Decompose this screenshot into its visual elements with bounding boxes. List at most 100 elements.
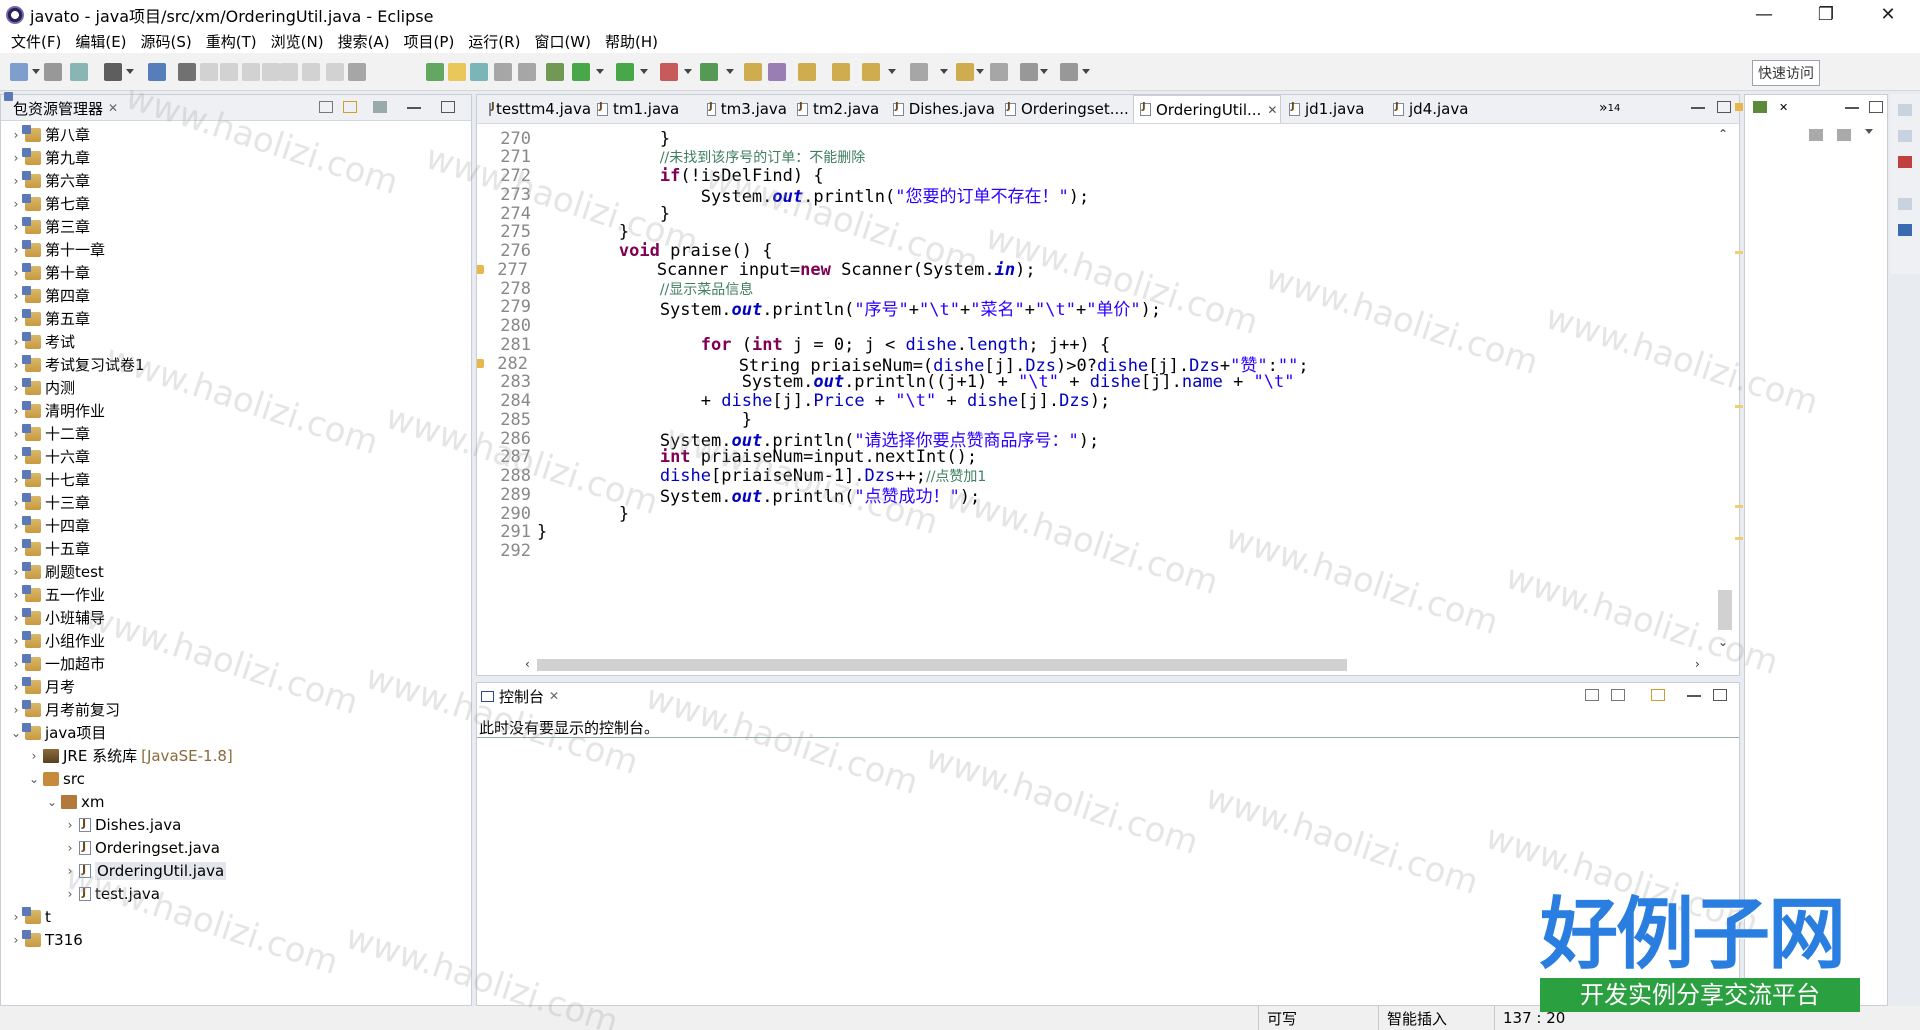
overview-marker[interactable] — [1735, 505, 1743, 508]
collapsed-chevron-icon[interactable]: › — [9, 634, 23, 648]
tree-item[interactable]: › 考试复习试卷1 — [1, 353, 145, 376]
tree-item[interactable]: ⌄ xm — [1, 790, 105, 813]
scroll-down-icon[interactable]: ⌄ — [1718, 635, 1728, 649]
tab-package-explorer[interactable]: 包资源管理器 ✕ — [7, 95, 118, 121]
editor-tab[interactable]: tm2.java — [791, 95, 883, 123]
toolbar-button-icon[interactable] — [768, 63, 786, 81]
collapsed-chevron-icon[interactable]: › — [63, 841, 77, 855]
minimize-view-icon[interactable] — [407, 101, 421, 109]
maximize-console-icon[interactable] — [1713, 689, 1727, 701]
tree-item[interactable]: › Orderingset.java — [1, 836, 220, 859]
toolbar-button-icon[interactable] — [44, 63, 62, 81]
toolbar-button-icon[interactable] — [862, 63, 880, 81]
menu-item[interactable]: 源码(S) — [134, 31, 199, 52]
tree-item[interactable]: › 第四章 — [1, 284, 90, 307]
horizontal-scrollbar[interactable]: ‹ › — [525, 655, 1715, 673]
toolbar-button-icon[interactable] — [1020, 63, 1038, 81]
open-console-icon[interactable] — [1651, 689, 1665, 701]
menu-item[interactable]: 窗口(W) — [527, 31, 598, 52]
tree-item[interactable]: › 小组作业 — [1, 629, 105, 652]
tree-item[interactable]: › 清明作业 — [1, 399, 105, 422]
toolbar-button-icon[interactable] — [832, 63, 850, 81]
dropdown-arrow-icon[interactable] — [126, 69, 134, 74]
scroll-up-icon[interactable]: ⌃ — [1718, 127, 1728, 141]
collapsed-chevron-icon[interactable]: › — [9, 197, 23, 211]
toolbar-button-icon[interactable] — [280, 63, 298, 81]
quick-access-field[interactable]: 快速访问 — [1752, 60, 1820, 86]
tree-item[interactable]: › 月考前复习 — [1, 698, 120, 721]
tree-item[interactable]: › 第六章 — [1, 169, 90, 192]
tree-item[interactable]: › Dishes.java — [1, 813, 182, 836]
menu-item[interactable]: 搜索(A) — [331, 31, 397, 52]
tree-item[interactable]: › 小班辅导 — [1, 606, 105, 629]
display-console-icon[interactable] — [1611, 689, 1625, 701]
tree-item[interactable]: › JRE 系统库 [JavaSE-1.8] — [1, 744, 233, 767]
toolbar-button-icon[interactable] — [700, 63, 718, 81]
collapsed-chevron-icon[interactable]: › — [63, 864, 77, 878]
collapsed-chevron-icon[interactable]: › — [9, 565, 23, 579]
toolbar-button-icon[interactable] — [910, 63, 928, 81]
close-window-button[interactable]: ✕ — [1860, 0, 1916, 29]
toolbar-button-icon[interactable] — [546, 63, 564, 81]
dropdown-arrow-icon[interactable] — [640, 69, 648, 74]
tree-item[interactable]: › 第三章 — [1, 215, 90, 238]
tree-item[interactable]: › 第九章 — [1, 146, 90, 169]
warning-icon[interactable] — [477, 359, 484, 368]
tree-item[interactable]: ⌄ src — [1, 767, 85, 790]
code-line[interactable]: 292 — [477, 540, 1707, 563]
maximize-editor-icon[interactable] — [1717, 101, 1731, 113]
toolbar-button-icon[interactable] — [448, 63, 466, 81]
editor-tab[interactable]: Dishes.java — [887, 95, 995, 123]
tree-item[interactable]: › t — [1, 905, 51, 928]
toolbar-button-icon[interactable] — [348, 63, 366, 81]
tree-item[interactable]: › OrderingUtil.java — [1, 859, 227, 882]
tree-item[interactable]: › 第七章 — [1, 192, 90, 215]
perspective-icon[interactable] — [1898, 224, 1912, 236]
collapsed-chevron-icon[interactable]: › — [9, 266, 23, 280]
toolbar-button-icon[interactable] — [148, 63, 166, 81]
overview-marker[interactable] — [1735, 405, 1743, 408]
collapsed-chevron-icon[interactable]: › — [9, 473, 23, 487]
expanded-chevron-icon[interactable]: ⌄ — [45, 795, 59, 809]
menu-item[interactable]: 帮助(H) — [598, 31, 665, 52]
collapsed-chevron-icon[interactable]: › — [9, 657, 23, 671]
collapsed-chevron-icon[interactable]: › — [9, 151, 23, 165]
toolbar-button-icon[interactable] — [572, 63, 590, 81]
toolbar-button-icon[interactable] — [220, 63, 238, 81]
tree-item[interactable]: › 五一作业 — [1, 583, 105, 606]
outline-tool-icon[interactable] — [1837, 129, 1851, 141]
minimize-console-icon[interactable] — [1687, 689, 1701, 697]
tree-item[interactable]: › test.java — [1, 882, 160, 905]
toolbar-button-icon[interactable] — [956, 63, 974, 81]
collapsed-chevron-icon[interactable]: › — [9, 128, 23, 142]
horizontal-scroll-thumb[interactable] — [537, 659, 1347, 671]
toolbar-button-icon[interactable] — [494, 63, 512, 81]
collapsed-chevron-icon[interactable]: › — [9, 588, 23, 602]
editor-tab[interactable]: testtm4.java — [483, 95, 591, 123]
toolbar-button-icon[interactable] — [178, 63, 196, 81]
outline-tool-icon[interactable] — [1809, 129, 1823, 141]
toolbar-button-icon[interactable] — [990, 63, 1008, 81]
toolbar-button-icon[interactable] — [326, 63, 344, 81]
perspective-icon[interactable] — [1898, 198, 1912, 210]
tree-item[interactable]: › 一加超市 — [1, 652, 105, 675]
collapsed-chevron-icon[interactable]: › — [9, 910, 23, 924]
pin-console-icon[interactable] — [1585, 689, 1599, 701]
tree-item[interactable]: ⌄ java项目 — [1, 721, 106, 744]
editor-tab[interactable]: tm1.java — [591, 95, 697, 123]
dropdown-arrow-icon[interactable] — [32, 69, 40, 74]
outline-tab-icon[interactable] — [1753, 101, 1767, 113]
collapse-all-icon[interactable] — [319, 101, 333, 113]
tree-item[interactable]: › 第五章 — [1, 307, 90, 330]
tree-item[interactable]: › 十五章 — [1, 537, 90, 560]
scroll-left-icon[interactable]: ‹ — [525, 657, 530, 671]
tree-item[interactable]: › 月考 — [1, 675, 75, 698]
minimize-outline-icon[interactable] — [1845, 101, 1859, 109]
toolbar-button-icon[interactable] — [262, 63, 280, 81]
overview-marker[interactable] — [1735, 537, 1743, 540]
collapsed-chevron-icon[interactable]: › — [9, 381, 23, 395]
toolbar-button-icon[interactable] — [1060, 63, 1078, 81]
dropdown-arrow-icon[interactable] — [940, 69, 948, 74]
toolbar-button-icon[interactable] — [518, 63, 536, 81]
tree-item[interactable]: › 考试 — [1, 330, 75, 353]
